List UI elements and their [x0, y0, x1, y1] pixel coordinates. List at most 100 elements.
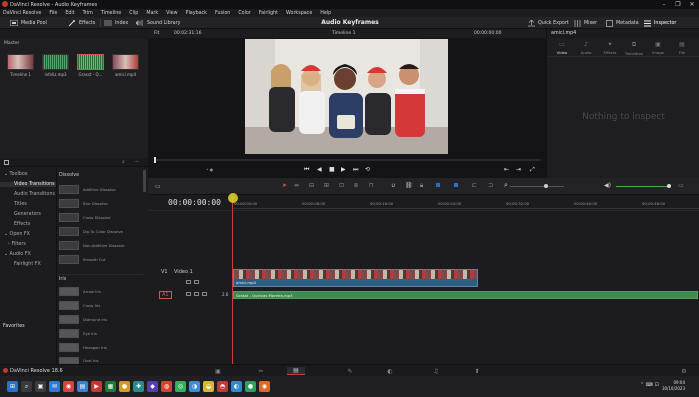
effect-item[interactable]: Blur Dissolve	[59, 198, 108, 208]
tab-image[interactable]: ▣ Image	[647, 41, 669, 55]
detail-zoom-icon[interactable]: ⊐	[488, 182, 493, 189]
scrollbar[interactable]	[143, 170, 146, 192]
scrub-handle[interactable]	[154, 157, 156, 163]
blade-tool-icon[interactable]: ⊟	[309, 182, 314, 189]
more-options-icon[interactable]: ⋯	[134, 159, 139, 165]
marker-icon[interactable]	[454, 183, 458, 187]
stop-button[interactable]: ■	[329, 166, 335, 173]
viewer-scrub-bar[interactable]	[154, 157, 540, 163]
effects-button[interactable]: Effects	[68, 19, 95, 27]
loop-button[interactable]: ⟲	[365, 166, 370, 173]
tree-item-fairlight-fx[interactable]: Fairlight FX	[14, 262, 41, 267]
tree-item-audio-fx[interactable]: ⌄ Audio FX	[4, 252, 31, 257]
deliver-page-icon[interactable]: ⬆	[468, 367, 486, 375]
track-lock-icon[interactable]	[186, 280, 191, 284]
menu-help[interactable]: Help	[320, 11, 331, 16]
menu-workspace[interactable]: Workspace	[286, 11, 312, 16]
close-button[interactable]: ✕	[685, 1, 699, 8]
effect-item[interactable]: Hexagon Iris	[59, 342, 107, 352]
timeline-select[interactable]: Timeline 1	[332, 31, 355, 36]
menu-fusion[interactable]: Fusion	[215, 11, 230, 16]
tree-item-open-fx[interactable]: ⌄ Open FX	[4, 232, 30, 237]
volume-slider[interactable]	[616, 186, 670, 187]
menu-view[interactable]: View	[166, 11, 177, 16]
effect-item[interactable]: Diamond Iris	[59, 314, 107, 324]
replace-clip-icon[interactable]: ⧈	[354, 182, 358, 190]
quick-export-button[interactable]: Quick Export	[528, 19, 569, 27]
track-lock-icon[interactable]	[186, 292, 191, 296]
tab-file[interactable]: ▤ File	[671, 41, 693, 55]
taskbar-app-icon[interactable]: ✚	[133, 381, 144, 392]
audio-meter-icon[interactable]: ▭	[678, 182, 684, 189]
favorites-label[interactable]: Favorites	[3, 324, 25, 329]
timeline-view-options-icon[interactable]: ▭	[155, 183, 161, 190]
task-view-icon[interactable]: ▣	[35, 381, 46, 392]
track-visibility-icon[interactable]	[194, 280, 199, 284]
inspector-button[interactable]: Inspector	[644, 19, 676, 27]
mute-icon[interactable]	[202, 292, 207, 296]
minimize-button[interactable]: –	[657, 1, 671, 8]
lock-icon[interactable]: 🔒︎	[420, 182, 423, 190]
color-page-icon[interactable]: ◐	[381, 367, 399, 375]
taskbar-app-icon[interactable]: ●	[119, 381, 130, 392]
taskbar-app-icon[interactable]: ✉	[49, 381, 60, 392]
effect-item[interactable]: Eye Iris	[59, 328, 97, 338]
search-icon[interactable]: ⌕	[122, 159, 125, 165]
media-clip-selected[interactable]: Grasst - Q...	[77, 54, 104, 77]
prev-edit-button[interactable]: ⇤	[504, 166, 509, 173]
tree-item-titles[interactable]: Titles	[14, 202, 27, 207]
taskbar-app-icon[interactable]: ▦	[105, 381, 116, 392]
effect-item[interactable]: Dip To Color Dissolve	[59, 226, 123, 236]
metadata-button[interactable]: Metadata	[606, 19, 639, 27]
tree-item-effects[interactable]: Effects	[14, 222, 30, 227]
fairlight-page-icon[interactable]: ♫	[427, 367, 445, 375]
effect-item[interactable]: Arrow Iris	[59, 286, 101, 296]
taskbar-app-icon[interactable]: ●	[245, 381, 256, 392]
timeline-ruler[interactable]: 00:00:00:00 00:00:08:00 00:00:16:00 00:0…	[232, 197, 699, 209]
next-edit-button[interactable]: ⇥	[516, 166, 521, 173]
go-to-start-button[interactable]: ⏮	[304, 166, 309, 174]
taskbar-app-icon[interactable]: ◓	[217, 381, 228, 392]
taskbar-app-icon[interactable]: ◉	[63, 381, 74, 392]
effect-item[interactable]: Additive Dissolve	[59, 184, 116, 194]
menu-clip[interactable]: Clip	[129, 11, 138, 16]
audio-clip[interactable]: Grasst - Quincas Moreira.mp3	[233, 291, 698, 299]
solo-icon[interactable]	[194, 292, 199, 296]
tab-video[interactable]: ▭ Video	[551, 41, 573, 55]
sound-library-button[interactable]: Sound Library	[136, 19, 180, 27]
index-button[interactable]: Index	[104, 19, 128, 27]
effect-item[interactable]: Oval Iris	[59, 356, 99, 364]
edit-page-icon[interactable]: ▤	[287, 367, 305, 375]
media-page-icon[interactable]: ▣	[209, 367, 227, 375]
menu-color[interactable]: Color	[238, 11, 251, 16]
effect-item[interactable]: Cross Iris	[59, 300, 100, 310]
media-pool-button[interactable]: Media Pool	[10, 19, 47, 27]
system-tray-icons[interactable]: ⌃ ⌨ ⊡	[640, 382, 659, 388]
timeline-zoom-slider[interactable]	[510, 186, 564, 187]
taskbar-app-icon[interactable]: ◆	[147, 381, 158, 392]
tree-item-toolbox[interactable]: ⌄ Toolbox	[4, 172, 28, 177]
fullscreen-button[interactable]: ⤢	[530, 166, 535, 174]
tree-item-generators[interactable]: Generators	[14, 212, 41, 217]
tree-item-filters[interactable]: › Filters	[8, 242, 26, 247]
media-clip[interactable]: infeliz.mp3	[42, 54, 69, 77]
tab-transition[interactable]: ⧉ Transition	[623, 41, 645, 56]
menu-trim[interactable]: Trim	[83, 11, 93, 16]
media-clip[interactable]: amici.mp4	[112, 54, 139, 77]
selection-tool-icon[interactable]: ➤	[282, 182, 287, 189]
zoom-slider-handle[interactable]	[544, 184, 548, 188]
system-clock[interactable]: 09:04 30/10/2023	[662, 380, 685, 392]
taskbar-app-icon[interactable]: ◑	[189, 381, 200, 392]
menu-davinci[interactable]: DaVinci Resolve	[3, 11, 41, 16]
effect-item[interactable]: Cross Dissolve	[59, 212, 111, 222]
start-icon[interactable]: ⊞	[7, 381, 18, 392]
menu-timeline[interactable]: Timeline	[101, 11, 121, 16]
insert-clip-icon[interactable]: ⊞	[324, 182, 329, 189]
fusion-page-icon[interactable]: ✎	[341, 367, 359, 375]
project-settings-icon[interactable]: ⚙	[675, 367, 693, 375]
magnet-icon[interactable]: ∪	[391, 182, 395, 189]
zoom-select[interactable]: Fit	[154, 31, 159, 36]
snapping-icon[interactable]: ⊓	[369, 182, 374, 189]
zoom-icon[interactable]: ⌕	[504, 181, 508, 190]
trim-tool-icon[interactable]: ⇹	[294, 182, 299, 189]
